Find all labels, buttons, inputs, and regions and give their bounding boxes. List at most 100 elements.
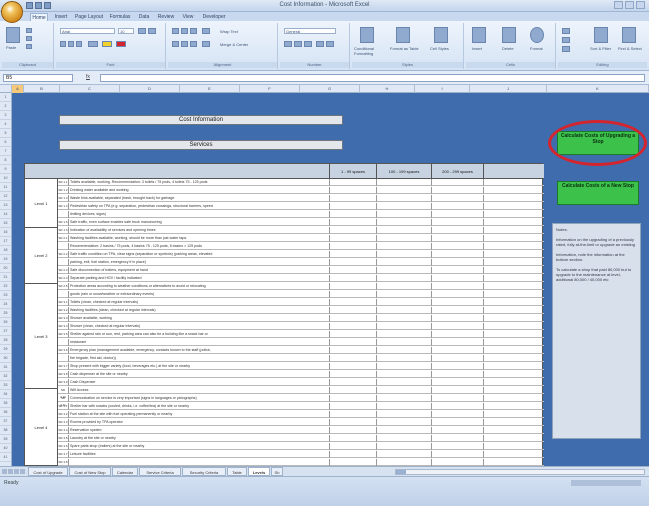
row-header[interactable]: 28 [0,336,11,345]
cost-cell[interactable] [376,259,431,266]
cost-cell[interactable] [431,275,484,282]
cost-cell[interactable] [376,331,431,338]
cost-cell[interactable] [329,403,376,410]
sheet-tab[interactable]: Levels [248,467,270,476]
cost-cell[interactable] [329,419,376,426]
column-header-k[interactable]: K [547,85,649,93]
bold-icon[interactable] [60,41,66,47]
row-header[interactable]: 37 [0,417,11,426]
row-header[interactable]: 5 [0,129,11,138]
cost-cell[interactable] [329,227,376,234]
cost-cell[interactable] [329,211,376,218]
row-header[interactable]: 32 [0,372,11,381]
cost-cell[interactable] [431,235,484,242]
cost-cell[interactable] [329,411,376,418]
sort-filter-icon[interactable] [594,27,608,43]
sheet-tab[interactable]: Table [227,467,247,476]
indent-icon[interactable] [202,41,210,47]
row-header[interactable]: 30 [0,354,11,363]
cost-cell[interactable] [431,379,484,386]
row-header[interactable]: 20 [0,264,11,273]
calculate-new-stop-button[interactable]: Calculate Costs of a New Stop [557,181,639,205]
cell-styles-icon[interactable] [434,27,448,43]
sheet-tab[interactable]: Cost of Upgrade [28,467,68,476]
copy-icon[interactable] [26,36,32,41]
column-header-j[interactable]: J [470,85,547,93]
row-header[interactable]: 31 [0,363,11,372]
merge-center-button[interactable]: Merge & Center [220,42,248,47]
fill-color-icon[interactable] [102,41,112,47]
cost-cell[interactable] [431,299,484,306]
conditional-formatting-icon[interactable] [360,27,374,43]
cost-cell[interactable] [431,315,484,322]
row-header[interactable]: 24 [0,300,11,309]
row-header[interactable]: 4 [0,120,11,129]
cost-cell[interactable] [376,403,431,410]
cost-cell[interactable] [376,323,431,330]
row-header[interactable]: 39 [0,435,11,444]
row-header[interactable]: 9 [0,165,11,174]
cost-cell[interactable] [431,259,484,266]
format-cells-icon[interactable] [530,27,544,43]
cost-cell[interactable] [376,227,431,234]
format-painter-icon[interactable] [26,44,32,49]
cost-cell[interactable] [431,443,484,450]
row-header[interactable]: 23 [0,291,11,300]
cost-cell[interactable] [376,395,431,402]
row-header[interactable]: 17 [0,237,11,246]
row-header[interactable]: 16 [0,228,11,237]
orientation-icon[interactable] [202,28,210,34]
minimize-icon[interactable] [614,1,623,9]
font-name-combo[interactable]: Arial [60,28,115,34]
cost-cell[interactable] [329,235,376,242]
cost-cell[interactable] [431,339,484,346]
row-header[interactable]: 34 [0,390,11,399]
cost-cell[interactable] [329,443,376,450]
cost-cell[interactable] [329,315,376,322]
align-middle-icon[interactable] [181,28,188,34]
scroll-thumb[interactable] [396,470,406,474]
cost-cell[interactable] [329,331,376,338]
select-all-corner[interactable] [0,85,12,93]
cost-cell[interactable] [431,427,484,434]
sheet-tab[interactable]: Cost of New Stop [69,467,111,476]
cost-cell[interactable] [431,187,484,194]
cost-cell[interactable] [376,315,431,322]
cost-cell[interactable] [376,411,431,418]
cost-cell[interactable] [329,323,376,330]
borders-icon[interactable] [88,41,98,47]
cost-cell[interactable] [376,251,431,258]
column-header-a[interactable]: A [12,85,24,93]
cost-cell[interactable] [329,275,376,282]
worksheet[interactable]: Cost Information Services 1 - 99 spaces … [12,93,649,466]
cost-cell[interactable] [329,291,376,298]
tab-formulas[interactable]: Formulas [108,13,132,21]
grow-font-icon[interactable] [138,28,146,34]
cost-cell[interactable] [376,363,431,370]
italic-icon[interactable] [68,41,74,47]
cost-cell[interactable] [376,211,431,218]
cost-cell[interactable] [376,371,431,378]
cost-cell[interactable] [376,219,431,226]
cost-cell[interactable] [431,251,484,258]
first-sheet-icon[interactable] [2,469,7,474]
cost-cell[interactable] [376,339,431,346]
cost-cell[interactable] [329,363,376,370]
cost-cell[interactable] [376,459,431,466]
increase-decimal-icon[interactable] [316,41,324,47]
cost-cell[interactable] [329,219,376,226]
row-header[interactable]: 8 [0,156,11,165]
insert-cells-icon[interactable] [472,27,486,43]
cost-cell[interactable] [376,243,431,250]
cost-cell[interactable] [329,427,376,434]
column-header-d[interactable]: D [120,85,180,93]
tab-review[interactable]: Review [156,13,176,21]
cost-cell[interactable] [329,251,376,258]
tab-home[interactable]: Home [30,13,48,21]
row-header[interactable]: 14 [0,210,11,219]
cost-cell[interactable] [431,211,484,218]
cost-cell[interactable] [329,307,376,314]
cost-cell[interactable] [376,419,431,426]
find-select-icon[interactable] [622,27,636,43]
tab-data[interactable]: Data [136,13,152,21]
